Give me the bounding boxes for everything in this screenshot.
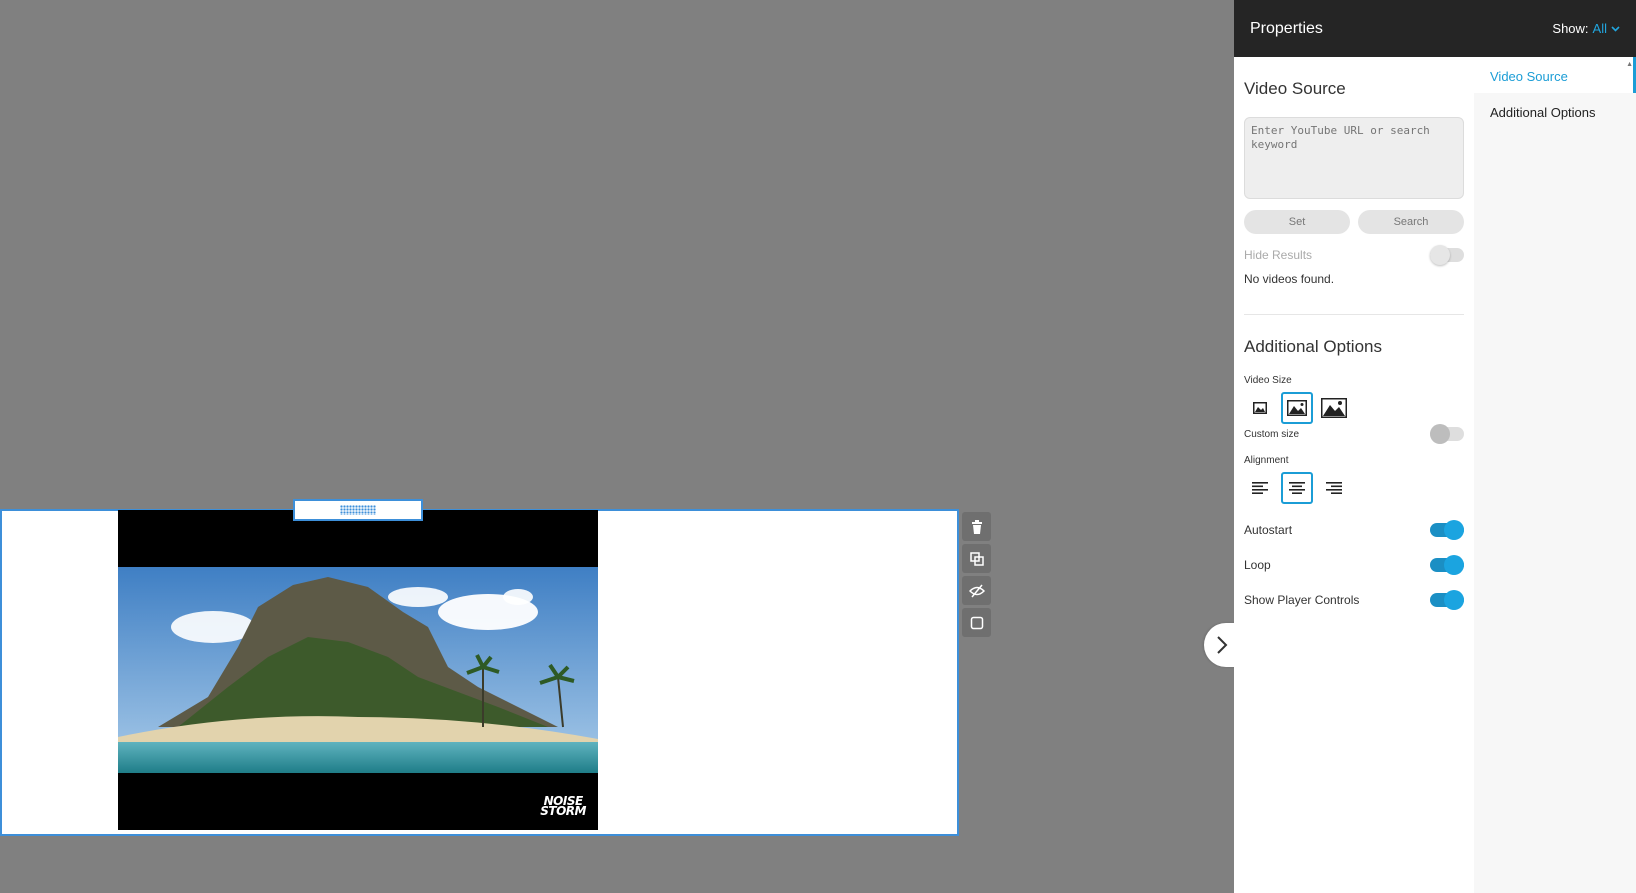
alignment-label: Alignment (1244, 455, 1289, 466)
nav-item-video-source[interactable]: Video Source (1474, 57, 1636, 93)
video-url-input[interactable] (1244, 117, 1464, 199)
large-image-icon (1321, 398, 1347, 418)
autostart-toggle[interactable] (1430, 519, 1464, 540)
section-divider (1244, 314, 1464, 315)
trash-icon (971, 519, 982, 534)
align-right-button[interactable] (1318, 472, 1350, 504)
align-right-icon (1326, 482, 1342, 494)
video-size-large-button[interactable] (1318, 392, 1350, 424)
hide-block-button[interactable] (962, 576, 991, 605)
show-filter-label: Show: (1552, 21, 1589, 36)
medium-image-icon (1287, 400, 1307, 416)
video-size-small-button[interactable] (1244, 392, 1276, 424)
custom-size-toggle[interactable] (1430, 424, 1464, 444)
hide-results-toggle[interactable] (1430, 245, 1464, 265)
align-center-icon (1289, 482, 1305, 494)
small-image-icon (1253, 402, 1267, 414)
loop-toggle[interactable] (1430, 554, 1464, 575)
panel-header: Properties Show: All (1234, 0, 1636, 57)
scroll-up-arrow[interactable]: ▲ (1626, 61, 1633, 68)
alignment-options (1244, 472, 1464, 504)
set-button[interactable]: Set (1244, 210, 1350, 234)
properties-panel: Properties Show: All Video Source Set Se… (1234, 0, 1636, 893)
properties-content: Video Source Set Search Hide Results No … (1244, 57, 1464, 617)
autostart-label: Autostart (1244, 522, 1293, 537)
delete-block-button[interactable] (962, 512, 991, 541)
video-size-options (1244, 392, 1464, 424)
align-left-icon (1252, 482, 1268, 494)
hide-icon (968, 584, 985, 597)
block-toolbar (962, 512, 991, 637)
chevron-right-icon (1217, 636, 1228, 654)
video-size-label: Video Size (1244, 375, 1292, 386)
drag-grip-icon (340, 505, 376, 515)
show-filter-value: All (1592, 21, 1607, 36)
show-filter-dropdown[interactable]: Show: All (1552, 21, 1620, 36)
square-icon (970, 616, 983, 629)
panel-title: Properties (1250, 19, 1323, 37)
chevron-down-icon (1611, 25, 1620, 32)
results-message: No videos found. (1244, 272, 1335, 286)
hide-results-label: Hide Results (1244, 248, 1313, 262)
additional-options-heading: Additional Options (1244, 337, 1382, 356)
align-left-button[interactable] (1244, 472, 1276, 504)
search-button[interactable]: Search (1358, 210, 1464, 234)
nav-item-additional-options[interactable]: Additional Options (1474, 93, 1636, 129)
loop-label: Loop (1244, 557, 1271, 572)
custom-size-label: Custom size (1244, 428, 1300, 440)
section-nav: Video Source Additional Options ▲ (1474, 57, 1636, 893)
align-center-button[interactable] (1281, 472, 1313, 504)
video-player[interactable]: NOISE STORM (118, 510, 598, 830)
duplicate-block-button[interactable] (962, 544, 991, 573)
player-controls-toggle[interactable] (1430, 589, 1464, 610)
block-drag-handle[interactable] (293, 499, 423, 521)
editor-canvas[interactable]: NOISE STORM (0, 0, 1240, 893)
video-thumbnail (118, 567, 598, 773)
video-watermark: NOISE STORM (540, 794, 586, 818)
duplicate-icon (969, 551, 984, 566)
video-source-heading: Video Source (1244, 79, 1346, 98)
player-controls-label: Show Player Controls (1244, 592, 1360, 607)
block-settings-button[interactable] (962, 608, 991, 637)
video-size-medium-button[interactable] (1281, 392, 1313, 424)
